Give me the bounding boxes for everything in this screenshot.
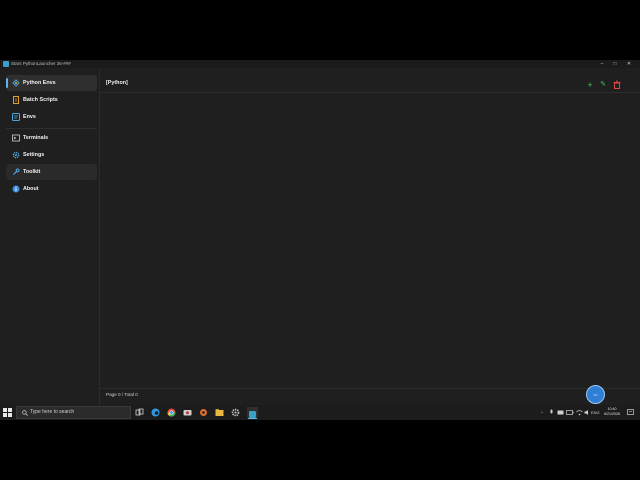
search-icon: [22, 410, 28, 416]
python-icon: [12, 79, 20, 87]
sidebar-item-about[interactable]: About: [6, 181, 97, 197]
page-title: [Python]: [106, 80, 128, 86]
sidebar-item-label: Python Envs: [23, 80, 56, 86]
sidebar-item-envs[interactable]: Envs: [6, 109, 97, 125]
sidebar-item-batch-scripts[interactable]: Batch Scripts: [6, 92, 97, 108]
notifications-icon[interactable]: [627, 409, 634, 416]
taskbar: Type here to search ^ ENG 10:40 6/21/202…: [0, 405, 640, 420]
taskbar-clock[interactable]: 10:40 6/21/2026: [600, 407, 624, 417]
volume-icon[interactable]: [584, 409, 591, 416]
maximize-button[interactable]: □: [609, 60, 621, 68]
sidebar-item-label: Batch Scripts: [23, 97, 58, 103]
header-divider: [100, 92, 640, 93]
info-icon: [12, 185, 20, 193]
active-indicator: [248, 418, 257, 419]
settings-icon[interactable]: [230, 407, 241, 418]
sidebar-divider: [6, 128, 97, 129]
window-title: Stars PythonLauncher 36-###: [11, 61, 71, 66]
chrome-icon[interactable]: [166, 407, 177, 418]
title-bar[interactable]: Stars PythonLauncher 36-### – □ ✕: [0, 60, 640, 68]
sidebar-item-label: About: [23, 186, 39, 192]
windows-start-icon[interactable]: [3, 408, 12, 417]
sidebar: Python Envs Batch Scripts Envs Terminals…: [0, 68, 100, 405]
battery-icon[interactable]: [566, 409, 574, 416]
app-icon[interactable]: [198, 407, 209, 418]
script-icon: [13, 96, 19, 104]
delete-button[interactable]: [612, 80, 622, 90]
sidebar-item-python-envs[interactable]: Python Envs: [6, 75, 97, 91]
main-panel: [Python] + ✎ Page 0 / Total 0 •••: [100, 68, 640, 405]
search-placeholder: Type here to search: [30, 409, 75, 415]
sidebar-item-label: Envs: [23, 114, 36, 120]
close-button[interactable]: ✕: [623, 60, 635, 68]
app-window: Stars PythonLauncher 36-### – □ ✕ Python…: [0, 60, 640, 405]
pagination-status: Page 0 / Total 0: [106, 392, 138, 397]
footer-divider: [100, 388, 640, 389]
camera-icon[interactable]: [182, 407, 193, 418]
sidebar-item-settings[interactable]: Settings: [6, 147, 97, 163]
selected-indicator: [6, 78, 8, 88]
task-view-icon[interactable]: [134, 407, 145, 418]
sidebar-item-label: Settings: [23, 152, 45, 158]
app-logo-icon: [3, 61, 9, 67]
edge-icon[interactable]: [150, 407, 161, 418]
terminal-icon: [12, 134, 20, 142]
code-icon: [12, 113, 20, 121]
language-indicator[interactable]: ENG: [591, 405, 600, 420]
wrench-icon: [13, 168, 20, 175]
tray-chevron-icon[interactable]: ^: [541, 405, 543, 420]
microphone-icon[interactable]: [549, 409, 554, 416]
floating-action-button[interactable]: •••: [586, 385, 605, 404]
clock-date: 6/21/2026: [604, 412, 620, 416]
letterbox-bottom: [0, 420, 640, 480]
letterbox-top: [0, 0, 640, 60]
sidebar-item-label: Toolkit: [23, 169, 41, 175]
sidebar-item-terminals[interactable]: Terminals: [6, 130, 97, 146]
minimize-button[interactable]: –: [596, 60, 608, 68]
explorer-icon[interactable]: [214, 407, 225, 418]
launcher-taskbar-button[interactable]: [247, 407, 258, 419]
sidebar-item-label: Terminals: [23, 135, 49, 141]
edit-button[interactable]: ✎: [598, 80, 608, 90]
add-button[interactable]: +: [585, 80, 595, 90]
gear-icon: [12, 151, 20, 159]
taskbar-search[interactable]: Type here to search: [16, 406, 131, 419]
sidebar-item-toolkit[interactable]: Toolkit: [6, 164, 97, 180]
camera-tray-icon[interactable]: [557, 409, 564, 416]
network-icon[interactable]: [576, 409, 583, 416]
